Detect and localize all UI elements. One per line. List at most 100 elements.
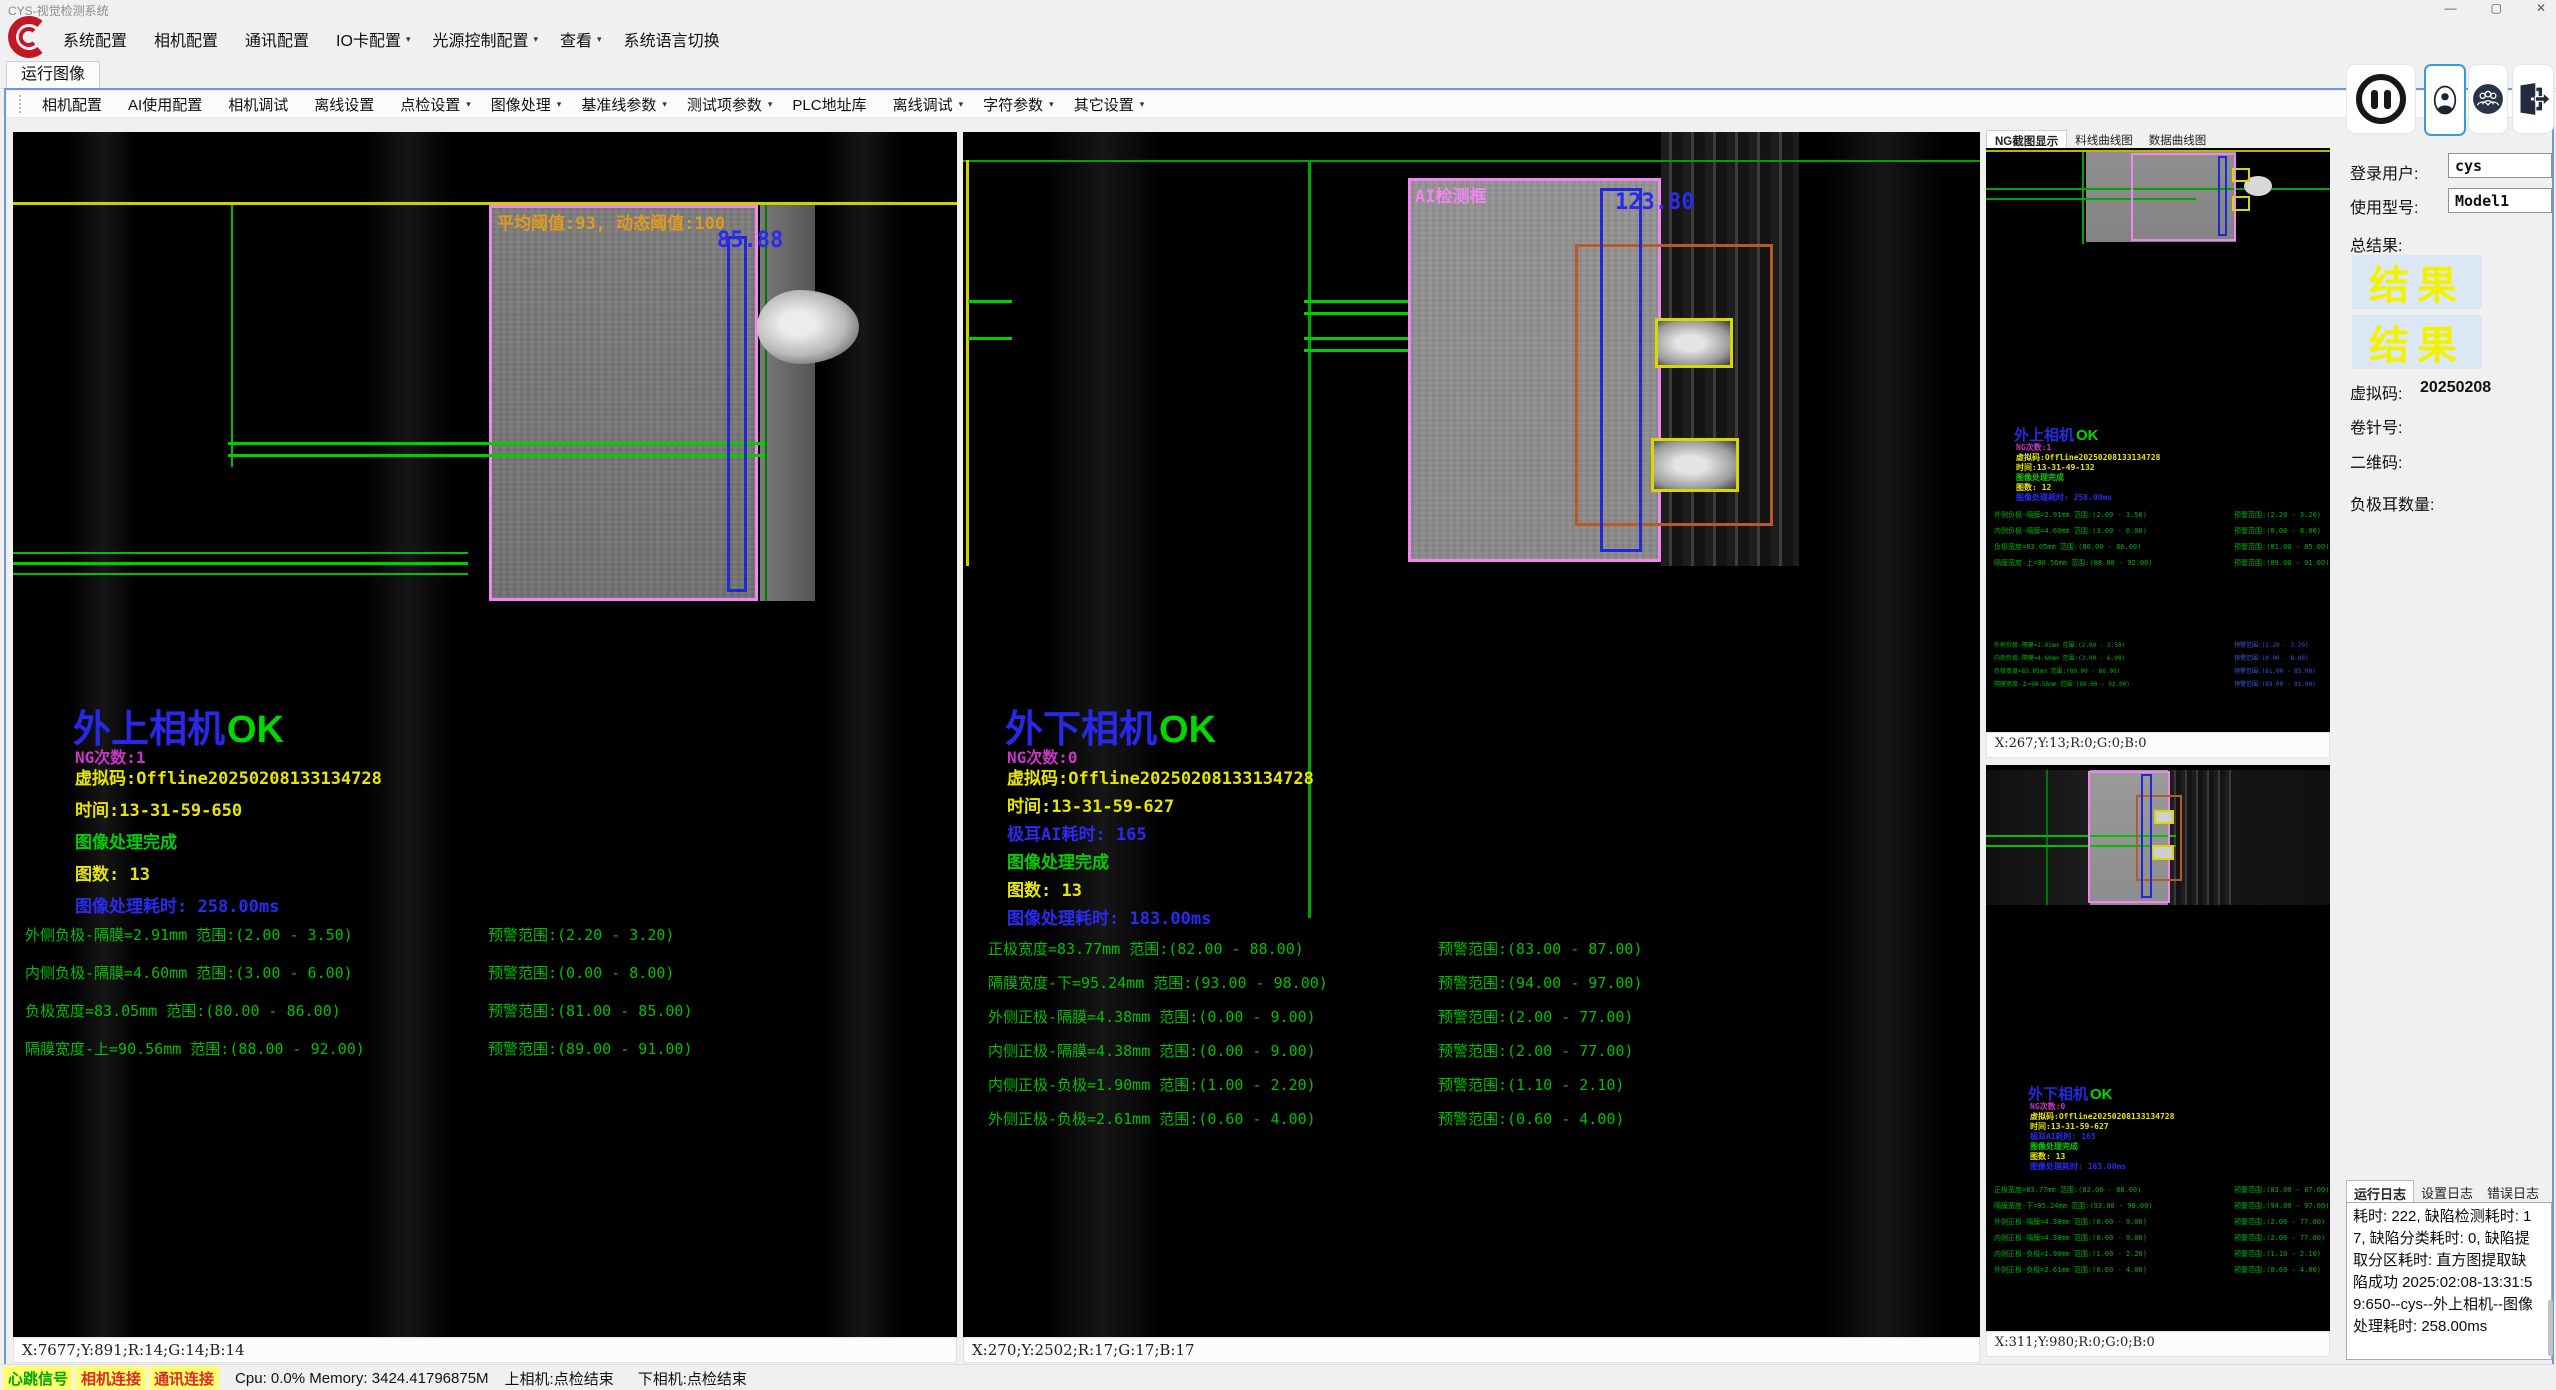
- negative-tab-count-label: 负极耳数量:: [2350, 491, 2434, 515]
- model-label: 使用型号:: [2350, 194, 2418, 218]
- measure-green-line: [13, 562, 468, 565]
- warning-range: 预警范围:(2.00 - 77.00): [1438, 1006, 1633, 1027]
- log-textarea[interactable]: 耗时: 222, 缺陷检测耗时: 17, 缺陷分类耗时: 0, 缺陷提取分区耗时…: [2346, 1202, 2552, 1360]
- ok-status: OK: [227, 709, 284, 751]
- width-value-label: 85.88: [717, 228, 783, 253]
- toolbar-item[interactable]: 其它设置 ▾: [1064, 94, 1155, 115]
- qr-code-label: 二维码:: [2350, 449, 2402, 473]
- chevron-down-icon: ▾: [597, 34, 602, 45]
- mini-green-line: [2046, 770, 2048, 905]
- info-line: 图像处理耗时: 258.00ms: [75, 892, 382, 924]
- info-line: 图像处理耗时: 183.00ms: [1007, 904, 1314, 932]
- warning-range: 预警范围:(2.20 - 3.20): [488, 924, 674, 945]
- measure-green-line: [228, 454, 768, 457]
- image-shade: [363, 132, 453, 1337]
- menu-item[interactable]: 系统配置: [52, 27, 143, 51]
- toolbar-item[interactable]: 测试项参数 ▾: [677, 94, 783, 115]
- ng-thumb-coords-upper: X:267;Y:13;R:0;G:0;B:0: [1986, 732, 2330, 758]
- tab-detect-yellow-box: [1651, 438, 1739, 492]
- lower-camera-status: 下相机:点检结束: [638, 1368, 747, 1389]
- user-button[interactable]: [2424, 64, 2466, 136]
- user-group-button[interactable]: [2468, 64, 2508, 134]
- tab-detect-yellow-box: [1655, 318, 1733, 368]
- toolbar-item[interactable]: 基准线参数 ▾: [571, 94, 677, 115]
- menu-item[interactable]: IO卡配置 ▾: [325, 27, 421, 51]
- pause-button[interactable]: [2346, 64, 2416, 134]
- measure-green-line: [968, 300, 1012, 303]
- mini-yellow-box: [2232, 196, 2250, 211]
- measure-green-line: [228, 442, 768, 445]
- ng-thumbnail-upper[interactable]: 外上相机OK NG次数:1 虚拟码:Offline202502081331347…: [1986, 148, 2330, 732]
- maximize-button[interactable]: ▢: [2491, 1, 2502, 15]
- toolbar-item[interactable]: AI使用配置: [118, 94, 218, 115]
- mini-yellow-box: [2154, 810, 2174, 824]
- mini-info-line: 图像处理完成: [2016, 472, 2160, 482]
- toolbar-item[interactable]: 离线设置: [304, 94, 390, 115]
- function-toolbar: 相机配置 AI使用配置 相机调试 离线设置 点检设置 ▾ 图像处理 ▾ 基准线参…: [7, 91, 2547, 118]
- toolbar-item[interactable]: 字符参数 ▾: [973, 94, 1064, 115]
- info-line: 虚拟码:Offline20250208133134728: [1007, 764, 1314, 792]
- close-button[interactable]: ✕: [2536, 1, 2546, 15]
- width-value-label: 123.80: [1615, 190, 1694, 215]
- log-tabs: 运行日志设置日志错误日志: [2346, 1180, 2552, 1202]
- user-icon: [2432, 83, 2458, 117]
- measure-green-line: [968, 337, 1012, 340]
- film-edge-gray-strip: [760, 205, 815, 601]
- toolbar-item[interactable]: 相机调试: [218, 94, 304, 115]
- measurement-row: 隔膜宽度-下=95.24mm 范围:(93.00 - 98.00) 预警范围:(…: [988, 972, 1968, 1006]
- info-line: 图像处理完成: [75, 828, 382, 860]
- measure-green-line: [765, 205, 767, 601]
- mini-info-line: 时间:13-31-49-132: [2016, 462, 2160, 472]
- toolbar-item[interactable]: 图像处理 ▾: [481, 94, 572, 115]
- menu-item[interactable]: 光源控制配置 ▾: [421, 27, 549, 51]
- ng-panel-tab[interactable]: NG截图显示: [1986, 130, 2067, 148]
- ng-thumbnail-lower[interactable]: 外下相机OK NG次数:0 虚拟码:Offline202502081331347…: [1986, 765, 2330, 1331]
- mini-measurements: 正极宽度=83.77mm 范围:(82.00 - 88.00) 预警范围:(83…: [1994, 1185, 2330, 1281]
- width-measure-blue-box: [1600, 188, 1642, 552]
- toolbar-item[interactable]: 点检设置 ▾: [390, 94, 481, 115]
- camera-view-upper[interactable]: 平均阈值:93, 动态阈值:100 85.88 外上相机OK NG次数:1 虚拟…: [13, 132, 957, 1337]
- ng-panel-tab[interactable]: 料线曲线图: [2067, 130, 2141, 148]
- title-bar: CYS-视觉检测系统 — ▢ ✕: [0, 0, 2556, 18]
- log-scrollbar[interactable]: [2548, 1300, 2553, 1356]
- measure-green-line: [13, 552, 468, 554]
- ng-thumb-coords-lower: X:311;Y:980;R:0;G:0;B:0: [1986, 1331, 2330, 1357]
- menu-item[interactable]: 系统语言切换: [613, 27, 736, 51]
- menu-item[interactable]: 相机配置: [143, 27, 234, 51]
- toolbar-item[interactable]: 相机配置: [32, 94, 118, 115]
- menu-item[interactable]: 查看 ▾: [549, 27, 613, 51]
- mini-info-line: 极耳AI耗时: 165: [2030, 1131, 2174, 1141]
- chevron-down-icon: ▾: [466, 99, 471, 110]
- toolbar-item[interactable]: 离线调试 ▾: [883, 94, 974, 115]
- log-tab[interactable]: 运行日志: [2346, 1180, 2414, 1202]
- login-user-field[interactable]: cys: [2448, 153, 2552, 178]
- minimize-button[interactable]: —: [2445, 1, 2457, 15]
- tab-run-image[interactable]: 运行图像: [6, 61, 100, 88]
- result-box-upper: 结果: [2352, 255, 2482, 309]
- log-tab[interactable]: 错误日志: [2480, 1180, 2546, 1202]
- result-box-lower: 结果: [2352, 315, 2482, 369]
- log-tab[interactable]: 设置日志: [2414, 1180, 2480, 1202]
- toolbar-item[interactable]: PLC地址库: [782, 94, 882, 115]
- warning-range: 预警范围:(94.00 - 97.00): [1438, 972, 1643, 993]
- menu-item[interactable]: 通讯配置: [234, 27, 325, 51]
- ng-panel-tab[interactable]: 数据曲线图: [2141, 130, 2215, 148]
- mini-info-line: 图像处理耗时: 183.00ms: [2030, 1161, 2174, 1171]
- menu-bar: 系统配置 相机配置 通讯配置 IO卡配置 ▾ 光源控制配置 ▾ 查看 ▾ 系统语…: [52, 22, 736, 56]
- mini-info-line: 图数: 13: [2030, 1151, 2174, 1161]
- image-shade: [1823, 132, 1943, 1337]
- chevron-down-icon: ▾: [534, 34, 539, 45]
- chevron-down-icon: ▾: [662, 99, 667, 110]
- cursor-coords-lower: X:270;Y:2502;R:17;G:17;B:17: [963, 1337, 1980, 1363]
- heartbeat-status: 心跳信号: [3, 1366, 73, 1390]
- info-line: 图数: 13: [1007, 876, 1314, 904]
- model-field[interactable]: Model1: [2448, 188, 2552, 213]
- app-window: CYS-视觉检测系统 — ▢ ✕ 系统配置 相机配置 通讯配置 IO卡配置 ▾ …: [0, 0, 2556, 1390]
- ai-box-label: AI检测框: [1415, 182, 1486, 207]
- exit-button[interactable]: [2512, 64, 2554, 134]
- toolbar-grip[interactable]: [19, 95, 26, 113]
- info-line: 极耳AI耗时: 165: [1007, 820, 1314, 848]
- threshold-overlay-text: 平均阈值:93, 动态阈值:100: [497, 209, 725, 234]
- measurement-value: 隔膜宽度-下=95.24mm 范围:(93.00 - 98.00): [988, 974, 1328, 992]
- camera-view-lower[interactable]: AI检测框 123.80 外下相机OK NG次数:0 虚拟码:Offline20…: [963, 132, 1980, 1337]
